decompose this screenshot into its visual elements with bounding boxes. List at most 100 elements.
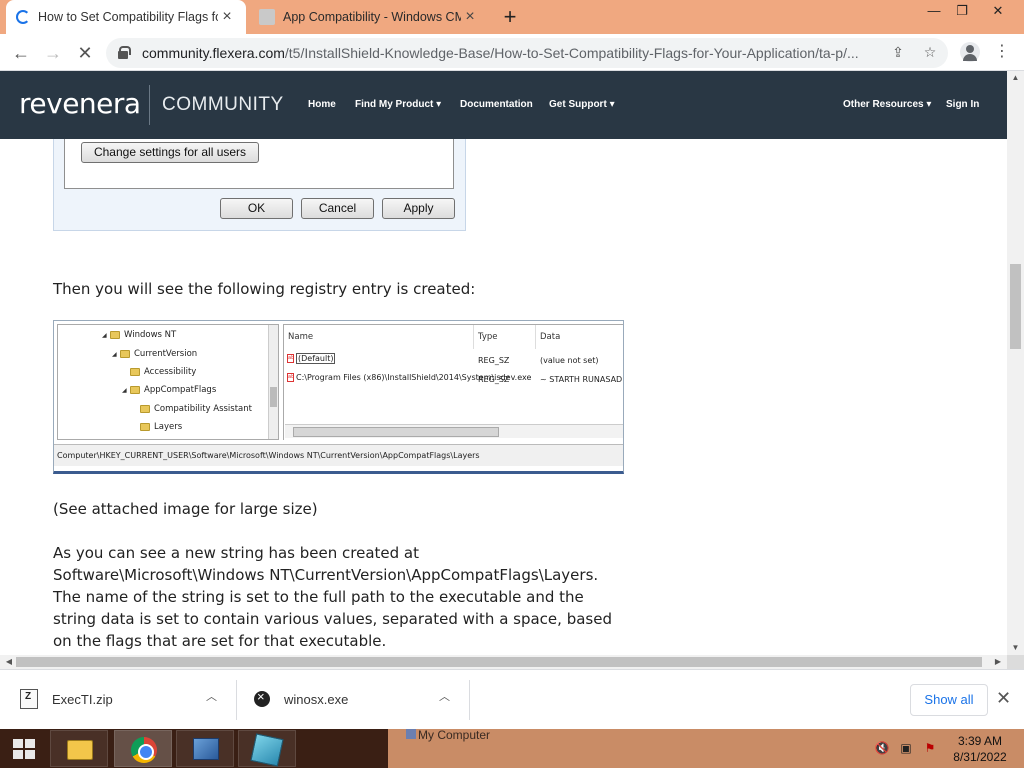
package-icon [250, 733, 284, 767]
close-downloads-bar-icon[interactable]: ✕ [996, 688, 1011, 709]
network-icon[interactable]: ▣ [898, 741, 914, 755]
registry-values-list: Name Type Data ab (Default) REG_SZ (value… [283, 324, 623, 440]
tree-node: Accessibility [130, 367, 196, 377]
taskbar-app[interactable] [238, 730, 296, 767]
string-value-icon: ab [287, 354, 295, 363]
nav-sign-in[interactable]: Sign In [946, 99, 979, 110]
my-computer-label[interactable]: My Computer [418, 729, 490, 741]
tab-close-icon[interactable]: × [218, 8, 236, 26]
chevron-down-icon: ▾ [436, 99, 442, 110]
taskbar-file-explorer[interactable] [50, 730, 108, 767]
registry-status-path: Computer\HKEY_CURRENT_USER\Software\Micr… [54, 444, 623, 466]
nav-other-resources[interactable]: Other Resources ▾ [843, 99, 931, 110]
tab-how-to-set-compatibility-flags[interactable]: How to Set Compatibility Flags fo × [6, 0, 246, 34]
revenera-logo[interactable]: revenera [19, 87, 141, 120]
window-restore-button[interactable]: ❐ [944, 0, 980, 22]
new-tab-button[interactable]: + [498, 4, 522, 30]
chevron-down-icon: ▾ [609, 99, 615, 110]
horizontal-scroll-thumb[interactable] [16, 657, 982, 667]
nav-documentation[interactable]: Documentation [460, 99, 533, 110]
url-host: community.flexera.com [142, 45, 285, 61]
nav-sign-in-label: Sign In [946, 99, 980, 110]
share-icon[interactable]: ⇪ [888, 44, 908, 62]
lock-icon[interactable] [118, 46, 131, 59]
value-data: ~ STARTH RUNASADMIN [540, 375, 623, 384]
forward-arrow-icon[interactable]: → [40, 40, 66, 66]
taskbar-chrome[interactable] [114, 730, 172, 767]
download-filename: ExecTI.zip [52, 691, 113, 707]
tab-close-icon[interactable]: × [461, 8, 479, 26]
change-settings-all-users-button: Change settings for all users [81, 142, 259, 163]
address-bar[interactable]: community.flexera.com/t5/InstallShield-K… [106, 38, 948, 68]
bookmark-star-icon[interactable]: ☆ [920, 44, 940, 62]
compatibility-dialog-screenshot: Change settings for all users OK Cancel … [53, 139, 466, 231]
chrome-icon [131, 737, 157, 763]
folder-icon [110, 331, 120, 339]
show-all-downloads-button[interactable]: Show all [910, 684, 988, 716]
volume-muted-icon[interactable]: 🔇 [874, 741, 890, 755]
dialog-panel: Change settings for all users [64, 139, 454, 189]
nav-documentation-label: Documentation [460, 99, 533, 110]
column-header-name: Name [284, 325, 474, 349]
back-arrow-icon[interactable]: ← [8, 40, 34, 66]
tree-node: ◢ AppCompatFlags [122, 385, 217, 395]
system-clock[interactable]: 3:39 AM 8/31/2022 [948, 733, 1012, 765]
zip-file-icon [20, 689, 38, 709]
scroll-down-icon[interactable]: ▼ [1007, 641, 1024, 655]
url-path: /t5/InstallShield-Knowledge-Base/How-to-… [284, 45, 859, 61]
folder-icon [140, 423, 150, 431]
download-item[interactable]: winosx.exe [254, 680, 348, 718]
browser-toolbar: ← → ✕ community.flexera.com/t5/InstallSh… [0, 34, 1024, 71]
vertical-scrollbar[interactable]: ▲ ▼ [1007, 71, 1024, 655]
horizontal-scrollbar[interactable]: ◀ ▶ [0, 655, 1007, 669]
download-options-chevron-icon[interactable]: ︿ [439, 688, 450, 704]
registry-tree: ◢ Windows NT ◢ CurrentVersion Accessibilit… [57, 324, 279, 440]
value-type: REG_SZ [478, 356, 510, 365]
article-content: Change settings for all users OK Cancel … [0, 139, 1007, 655]
action-center-icon[interactable]: ⚑ [922, 741, 938, 755]
values-horizontal-scrollbar [285, 424, 623, 438]
column-header-data: Data [540, 332, 561, 342]
nav-get-support[interactable]: Get Support ▾ [549, 99, 615, 110]
value-name: ab (Default) [287, 353, 336, 364]
download-item[interactable]: ExecTI.zip [20, 680, 113, 718]
registry-editor-screenshot[interactable]: ◢ Windows NT ◢ CurrentVersion Accessibilit… [53, 320, 624, 474]
article-paragraph: As you can see a new string has been cre… [53, 544, 612, 650]
value-data: (value not set) [540, 356, 599, 365]
vertical-scroll-thumb[interactable] [1010, 264, 1021, 349]
nav-find-my-product-label: Find My Product [355, 99, 434, 110]
window-close-button[interactable]: ✕ [980, 0, 1016, 22]
tab-app-compatibility[interactable]: App Compatibility - Windows CM × [249, 0, 489, 34]
folder-icon [67, 740, 93, 760]
url-text[interactable]: community.flexera.com/t5/InstallShield-K… [142, 38, 882, 68]
stop-loading-icon[interactable]: ✕ [72, 40, 98, 66]
tree-node: ◢ Windows NT [102, 330, 177, 340]
chevron-down-icon: ▾ [926, 99, 932, 110]
download-divider [236, 680, 237, 720]
scroll-left-icon[interactable]: ◀ [2, 655, 16, 669]
community-label[interactable]: COMMUNITY [162, 94, 284, 116]
ok-button: OK [220, 198, 293, 219]
start-button[interactable] [0, 729, 46, 768]
scroll-right-icon[interactable]: ▶ [991, 655, 1005, 669]
article-paragraph: Then you will see the following registry… [53, 280, 476, 298]
nav-home[interactable]: Home [308, 99, 336, 110]
exe-file-icon [254, 689, 270, 707]
cancel-button: Cancel [301, 198, 374, 219]
article-paragraph: (See attached image for large size) [53, 500, 318, 518]
nav-home-label: Home [308, 99, 336, 110]
computer-icon [406, 729, 416, 739]
windows-taskbar: My Computer 🔇 ▣ ⚑ 3:39 AM 8/31/2022 [0, 729, 1024, 768]
taskbar-app[interactable] [176, 730, 234, 767]
download-options-chevron-icon[interactable]: ︿ [206, 688, 217, 704]
browser-menu-icon[interactable]: ⋮ [994, 40, 1010, 64]
value-type: REG_SZ [478, 375, 510, 384]
tab-title: App Compatibility - Windows CM [283, 10, 461, 24]
tree-scrollbar [268, 325, 278, 439]
nav-find-my-product[interactable]: Find My Product ▾ [355, 99, 441, 110]
browser-tab-strip: How to Set Compatibility Flags fo × App … [0, 0, 1024, 34]
profile-avatar-icon[interactable] [960, 42, 980, 62]
scroll-up-icon[interactable]: ▲ [1007, 71, 1024, 85]
page-favicon-icon [259, 9, 275, 25]
logo-divider [149, 85, 150, 125]
